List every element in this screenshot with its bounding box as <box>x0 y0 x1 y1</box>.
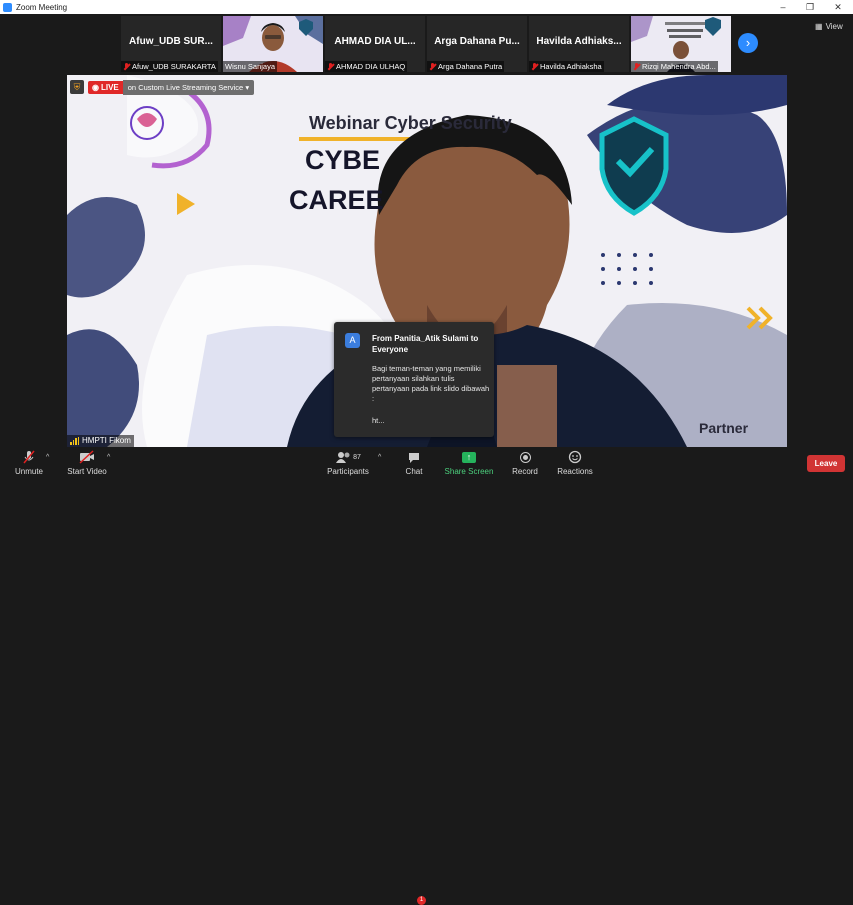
mic-muted-icon <box>123 62 130 71</box>
participants-count: 87 <box>353 453 361 461</box>
participant-name: Havilda Adhiaksha <box>540 62 602 71</box>
share-screen-label: Share Screen <box>444 467 494 476</box>
speaker-name: HMPTI Fikom <box>82 436 131 445</box>
participant-label: Havilda Adhiaksha <box>529 61 604 72</box>
mic-muted-icon <box>327 62 334 71</box>
start-video-label: Start Video <box>67 467 107 476</box>
participants-options-caret-icon[interactable]: ^ <box>378 454 381 461</box>
video-off-icon <box>79 450 94 464</box>
participant-display-name: Afuw_UDB SUR... <box>129 36 213 47</box>
chat-label: Chat <box>405 467 423 476</box>
caret-down-icon: ▾ <box>245 82 250 92</box>
participant-name: Rizqi Mahendra Abd... <box>642 62 716 71</box>
reactions-label: Reactions <box>557 467 593 476</box>
chat-sender: From Panitia_Atik Sulami to Everyone <box>372 334 479 354</box>
participant-name: AHMAD DIA ULHAQ <box>336 62 406 71</box>
mic-muted-icon <box>531 62 538 71</box>
chat-unread-badge: 1 <box>417 896 426 905</box>
record-icon <box>519 451 531 463</box>
live-description-text: on Custom Live Streaming Service <box>127 82 244 92</box>
participants-icon <box>336 452 350 463</box>
mic-muted-icon <box>23 450 35 464</box>
chat-message: Bagi teman-teman yang memiliki pertanyaa… <box>372 364 490 403</box>
window-title: Zoom Meeting <box>16 2 68 12</box>
chevron-right-icon: › <box>745 35 751 50</box>
record-button[interactable]: Record <box>510 450 540 476</box>
unmute-label: Unmute <box>14 467 43 476</box>
reactions-button[interactable]: Reactions <box>556 450 594 476</box>
live-badge: ◉ LIVE <box>88 80 123 94</box>
shield-icon: ⛨ <box>70 80 84 94</box>
leave-button[interactable]: Leave <box>807 455 845 472</box>
smiley-icon <box>568 450 582 464</box>
participants-label: Participants <box>327 467 369 476</box>
mic-muted-icon <box>633 62 640 71</box>
meeting-toolbar: Unmute ^ Start Video ^ 87 Participants ^… <box>0 448 853 905</box>
slide-title-line-2: CAREE <box>289 185 384 215</box>
participant-tile[interactable]: Afuw_UDB SUR... Afuw_UDB SURAKARTA <box>121 16 221 72</box>
next-page-button[interactable]: › <box>738 33 758 53</box>
participant-name: Wisnu Sanjaya <box>225 62 276 71</box>
chat-message-truncated: ht... <box>372 416 385 425</box>
view-label: View <box>825 22 843 31</box>
participant-tile[interactable]: Havilda Adhiaks... Havilda Adhiaksha <box>529 16 629 72</box>
minimize-button[interactable]: – <box>769 0 797 14</box>
participant-label: AHMAD DIA ULHAQ <box>325 61 408 72</box>
slide-title-line-1: CYBE <box>305 145 381 175</box>
participant-tile[interactable]: AHMAD DIA UL... AHMAD DIA ULHAQ <box>325 16 425 72</box>
unmute-button[interactable]: Unmute <box>14 450 44 476</box>
slide-partner-label: Partner <box>699 420 749 436</box>
participants-button[interactable]: 87 Participants <box>327 450 369 476</box>
mic-muted-icon <box>429 62 436 71</box>
participant-tile[interactable]: Rizqi Mahendra Abd... <box>631 16 731 72</box>
participant-label: Arga Dahana Putra <box>427 61 505 72</box>
participant-label: Afuw_UDB SURAKARTA <box>121 61 218 72</box>
start-video-button[interactable]: Start Video <box>66 450 108 476</box>
close-button[interactable]: ✕ <box>824 0 852 14</box>
chat-button[interactable]: Chat <box>400 450 428 476</box>
slide-heading: Webinar Cyber Security <box>309 113 512 133</box>
participant-label: Rizqi Mahendra Abd... <box>631 61 718 72</box>
chat-icon <box>409 453 419 463</box>
audio-level-icon <box>70 437 79 445</box>
grid-icon: ▦ <box>815 22 823 31</box>
zoom-logo-icon <box>3 2 12 12</box>
title-bar: Zoom Meeting <box>0 0 853 14</box>
share-screen-icon: ↑ <box>462 451 476 463</box>
record-label: Record <box>512 467 538 476</box>
participant-display-name: AHMAD DIA UL... <box>334 36 416 47</box>
participant-display-name: Havilda Adhiaks... <box>536 36 622 47</box>
view-button[interactable]: ▦ View <box>815 22 843 31</box>
live-description: on Custom Live Streaming Service ▾ <box>122 79 255 95</box>
participant-tile[interactable]: Wisnu Sanjaya <box>223 16 323 72</box>
audio-options-caret-icon[interactable]: ^ <box>46 454 49 461</box>
participant-label: Wisnu Sanjaya <box>223 61 278 72</box>
video-options-caret-icon[interactable]: ^ <box>107 454 110 461</box>
speaker-name-label: HMPTI Fikom <box>67 435 134 447</box>
participant-tile[interactable]: Arga Dahana Pu... Arga Dahana Putra <box>427 16 527 72</box>
maximize-button[interactable]: ❐ <box>796 0 824 14</box>
participant-strip: Afuw_UDB SUR... Afuw_UDB SURAKARTA Wisnu… <box>0 14 853 74</box>
participant-name: Afuw_UDB SURAKARTA <box>132 62 216 71</box>
sender-avatar: A <box>345 333 360 348</box>
live-banner[interactable]: ⛨ ◉ LIVE on Custom Live Streaming Service… <box>70 79 255 95</box>
live-badge-text: LIVE <box>100 82 119 92</box>
participant-display-name: Arga Dahana Pu... <box>434 36 520 47</box>
live-dot-icon: ◉ <box>92 82 99 92</box>
share-screen-button[interactable]: ↑ Share Screen <box>444 450 494 476</box>
participant-name: Arga Dahana Putra <box>438 62 503 71</box>
chat-notification[interactable]: A From Panitia_Atik Sulami to Everyone B… <box>334 322 494 437</box>
